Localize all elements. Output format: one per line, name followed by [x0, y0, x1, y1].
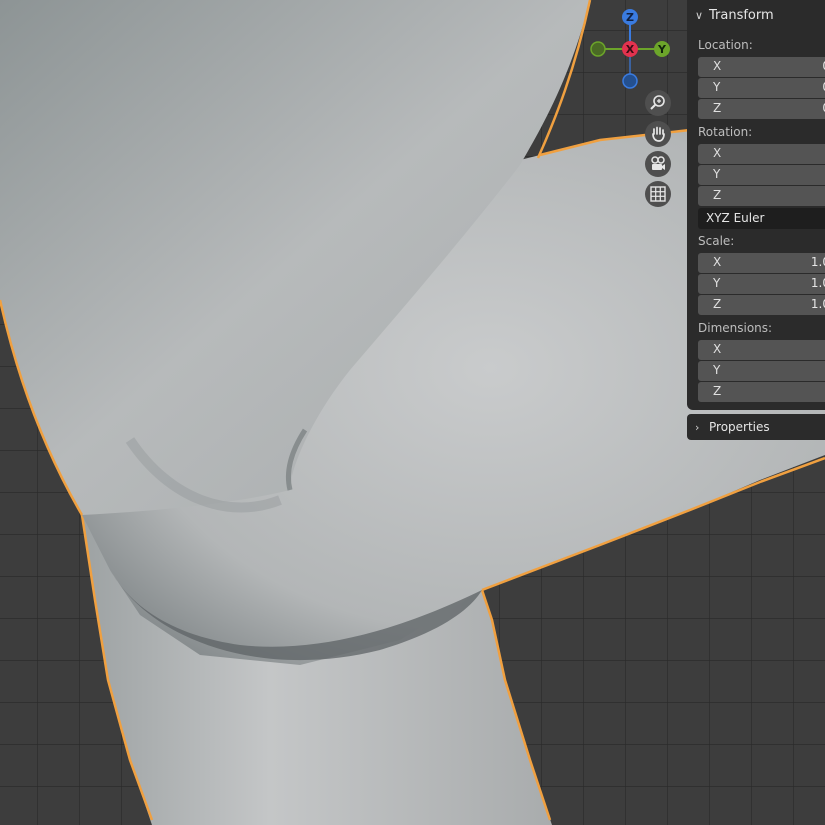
- dimensions-label: Dimensions:: [698, 321, 773, 335]
- scale-label: Scale:: [698, 234, 735, 248]
- scale-y-field[interactable]: Y 1.0: [698, 274, 825, 294]
- rotation-y-field[interactable]: Y: [698, 165, 825, 185]
- gizmo-z-label: Z: [626, 11, 634, 24]
- hand-pan-icon: [652, 126, 665, 142]
- properties-label: Properties: [709, 420, 770, 434]
- transform-panel: ∨ Transform Location: X 0 Y 0 Z 0 Rotati…: [687, 0, 825, 410]
- rotation-x-axis: X: [713, 146, 722, 160]
- location-x-axis: X: [713, 59, 722, 73]
- location-y-field[interactable]: Y 0: [698, 78, 825, 98]
- gizmo-y-label: Y: [657, 43, 667, 56]
- location-y-axis: Y: [713, 80, 721, 94]
- location-z-field[interactable]: Z 0: [698, 99, 825, 119]
- transform-panel-title: Transform: [709, 7, 774, 23]
- rotation-z-axis: Z: [713, 188, 722, 202]
- chevron-right-icon: ›: [695, 420, 700, 434]
- camera-icon: [651, 156, 665, 170]
- properties-panel-header[interactable]: › Properties: [687, 414, 825, 440]
- scale-z-field[interactable]: Z 1.0: [698, 295, 825, 315]
- dimensions-y-field[interactable]: Y: [698, 361, 825, 381]
- dimensions-x-axis: X: [713, 342, 722, 356]
- location-z-axis: Z: [713, 101, 722, 115]
- location-x-field[interactable]: X 0: [698, 57, 825, 77]
- gizmo-x-label: X: [626, 43, 635, 56]
- chevron-down-icon: ∨: [695, 8, 704, 22]
- rotation-label: Rotation:: [698, 125, 753, 139]
- rotation-mode-dropdown[interactable]: XYZ Euler: [698, 208, 825, 229]
- rotation-y-axis: Y: [713, 167, 721, 181]
- location-label: Location:: [698, 38, 753, 52]
- rotation-z-field[interactable]: Z: [698, 186, 825, 206]
- dimensions-y-axis: Y: [713, 363, 721, 377]
- transform-panel-header[interactable]: ∨ Transform: [687, 0, 825, 30]
- pan-button[interactable]: [645, 121, 671, 147]
- scale-z-value: 1.0: [810, 297, 825, 311]
- zoom-icon: [650, 95, 665, 110]
- dimensions-z-field[interactable]: Z: [698, 382, 825, 402]
- dimensions-x-field[interactable]: X: [698, 340, 825, 360]
- scale-x-value: 1.0: [810, 255, 825, 269]
- dimensions-z-axis: Z: [713, 384, 722, 398]
- ortho-toggle-button[interactable]: [645, 181, 671, 207]
- gizmo-negy-ball[interactable]: [590, 41, 606, 57]
- navigation-gizmo[interactable]: Z Y X: [585, 5, 680, 100]
- gizmo-negz-ball[interactable]: [622, 73, 638, 89]
- scale-x-axis: X: [713, 255, 722, 269]
- scale-y-axis: Y: [713, 276, 721, 290]
- scale-x-field[interactable]: X 1.0: [698, 253, 825, 273]
- rotation-mode-value: XYZ Euler: [706, 211, 765, 225]
- scale-y-value: 1.0: [810, 276, 825, 290]
- scale-z-axis: Z: [713, 297, 722, 311]
- camera-view-button[interactable]: [645, 151, 671, 177]
- rotation-x-field[interactable]: X: [698, 144, 825, 164]
- zoom-button[interactable]: [645, 90, 671, 116]
- grid-icon: [650, 186, 666, 202]
